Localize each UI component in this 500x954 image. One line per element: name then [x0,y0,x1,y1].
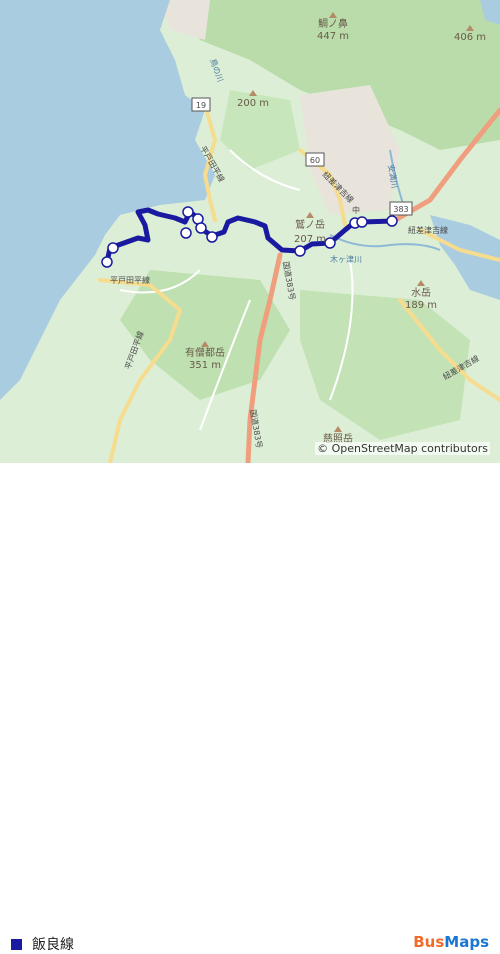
legend-footer: 飯良線 BusMaps [0,463,500,953]
peak-name: 水岳 [411,287,431,299]
road-label: 平戸田平線 [110,275,150,285]
bus-stop-marker[interactable] [294,245,306,257]
bus-stop-marker[interactable] [182,206,194,218]
brand-part-bus: Bus [413,933,445,951]
bus-stop-marker[interactable] [180,227,192,239]
peak-elevation: 447 m [317,31,349,42]
bus-stop-marker[interactable] [107,242,119,254]
peak-name: 鯛ノ鼻 [318,17,348,30]
bus-stop-marker[interactable] [324,237,336,249]
peak-name: 鷲ノ岳 [295,218,325,231]
svg-text:383: 383 [393,205,408,214]
peak-elevation: 200 m [237,98,269,109]
peak-elevation: 189 m [405,300,437,311]
road-label: 中 [352,205,360,215]
peak-elevation: 207 m [294,234,326,245]
map-attribution[interactable]: © OpenStreetMap contributors [315,442,490,455]
legend-color-swatch [11,939,22,950]
route-shield-19: 19 [191,97,211,112]
brand-part-maps: Maps [444,933,489,951]
bus-stop-marker[interactable] [386,215,398,227]
route-shield-383: 383 [389,201,413,216]
map-canvas[interactable]: 19 60 383 鯛ノ鼻 447 m 406 m 200 m 鷲ノ岳 207 … [0,0,500,463]
svg-text:19: 19 [196,101,206,110]
busmaps-logo[interactable]: BusMaps [413,933,489,951]
bus-stop-marker[interactable] [206,231,218,243]
river-label: 木ヶ津川 [330,254,362,264]
svg-text:60: 60 [310,156,320,165]
road-label: 紐差津吉線 [408,225,448,235]
route-shield-60: 60 [305,152,325,167]
bus-stop-marker[interactable] [195,222,207,234]
peak-elevation: 406 m [454,32,486,43]
legend-route-label: 飯良線 [32,937,74,953]
bus-stop-marker[interactable] [101,256,113,268]
bus-stop-marker[interactable] [356,216,368,228]
peak-name: 有僧都岳 [185,346,225,359]
peak-elevation: 351 m [189,360,221,371]
